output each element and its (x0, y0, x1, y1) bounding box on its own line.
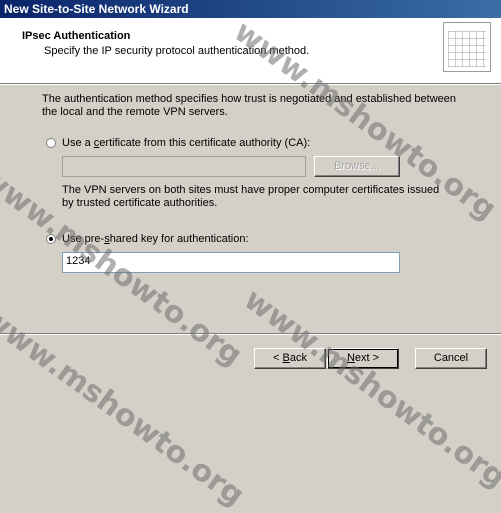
certificate-radio[interactable] (46, 138, 56, 148)
footer-divider (0, 333, 501, 335)
window-title: New Site-to-Site Network Wizard (4, 2, 189, 16)
page-subtitle: Specify the IP security protocol authent… (44, 45, 310, 57)
watermark-text: www.mshowto.org (0, 300, 251, 513)
title-bar[interactable]: New Site-to-Site Network Wizard (0, 0, 501, 18)
psk-radio[interactable] (46, 234, 56, 244)
wizard-banner-icon (443, 22, 491, 72)
certificate-note: The VPN servers on both sites must have … (62, 184, 440, 209)
header-divider (0, 84, 501, 85)
psk-radio-label: Use pre-shared key for authentication: (62, 233, 249, 245)
page-title: IPsec Authentication (22, 30, 131, 42)
certificate-authority-field[interactable] (62, 156, 306, 177)
certificate-radio-option[interactable]: Use a certificate from this certificate … (46, 136, 310, 150)
watermark-text: www.mshowto.org (237, 282, 501, 496)
back-button[interactable]: < Back (254, 348, 326, 369)
next-button[interactable]: Next > (327, 348, 399, 369)
description-text: The authentication method specifies how … (42, 93, 456, 118)
certificate-radio-label: Use a certificate from this certificate … (62, 137, 311, 149)
wizard-header: IPsec Authentication Specify the IP secu… (0, 18, 501, 84)
psk-radio-option[interactable]: Use pre-shared key for authentication: (46, 232, 249, 246)
pre-shared-key-field[interactable]: 1234 (62, 252, 400, 273)
browse-button[interactable]: Browse... (314, 156, 400, 177)
cancel-button[interactable]: Cancel (415, 348, 487, 369)
